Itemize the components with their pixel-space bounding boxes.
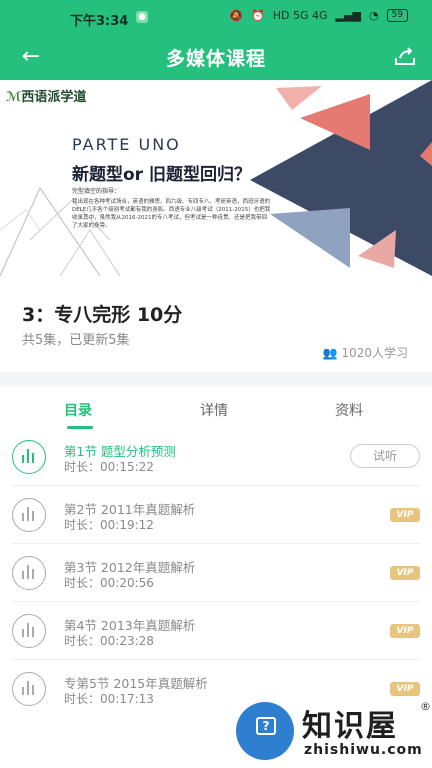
learner-count: 👥 1020人学习: [323, 344, 409, 361]
watermark-text: 知识屋: [302, 709, 398, 744]
banner-caption: 完型填空的指导：: [72, 188, 121, 195]
lesson-duration: 时长：00:23:28: [64, 634, 154, 648]
banner-heading: PARTE UNO: [72, 135, 181, 154]
network-label: HD 5G 4G: [272, 9, 328, 22]
status-right: 🔕 ⏰ HD 5G 4G ▂▄▆ ◔ 59: [229, 9, 408, 22]
lesson-item[interactable]: 第2节 2011年真题解析 时长：00:19:12 VIP: [0, 486, 432, 544]
signal-icon: ▂▄▆: [335, 9, 361, 22]
tab-materials[interactable]: 资料: [335, 400, 363, 420]
lesson-duration: 时长：00:17:13: [64, 692, 154, 706]
tab-details[interactable]: 详情: [200, 400, 228, 420]
registered-mark: ®: [420, 700, 431, 713]
audio-wave-icon: [12, 614, 46, 648]
vip-badge: VIP: [390, 624, 420, 638]
episode-count: 共5集，已更新5集: [22, 333, 130, 348]
audio-wave-icon: [12, 556, 46, 590]
lesson-duration: 时长：00:20:56: [64, 576, 154, 590]
audio-wave-icon: [12, 440, 46, 474]
tab-catalog[interactable]: 目录: [64, 400, 92, 420]
lesson-duration: 时长：00:15:22: [64, 460, 154, 474]
app-notification-icon: ●: [136, 11, 148, 23]
lesson-item[interactable]: 第3节 2012年真题解析 时长：00:20:56 VIP: [0, 544, 432, 602]
lesson-item[interactable]: 第1节 题型分析预测 时长：00:15:22 试听: [0, 428, 432, 486]
course-banner: ℳ西语派学道 PARTE UNO 新题型or 旧题型回归？ 完型填空的指导： 我…: [0, 80, 432, 276]
audio-wave-icon: [12, 672, 46, 706]
share-icon[interactable]: [390, 42, 420, 72]
trial-button[interactable]: 试听: [350, 444, 420, 468]
lesson-item[interactable]: 第4节 2013年真题解析 时长：00:23:28 VIP: [0, 602, 432, 660]
learner-count-label: 1020人学习: [341, 346, 408, 360]
logo-mark: ℳ: [6, 90, 22, 105]
people-icon: 👥: [322, 345, 338, 360]
question-monitor-icon: ?: [256, 717, 276, 735]
banner-description: 我出现在各种考试场合，英语的雅思、四六级、专四专八、考研英语，西班牙语的DELE…: [72, 199, 271, 229]
battery-level: 59: [386, 9, 408, 22]
watermark: ? 知识屋 ® zhishiwu.com: [232, 696, 432, 768]
app-bar: ← 多媒体课程: [0, 34, 432, 80]
banner-question: 新题型or 旧题型回归？: [72, 165, 251, 185]
vip-badge: VIP: [390, 682, 420, 696]
vip-badge: VIP: [390, 566, 420, 580]
audio-wave-icon: [12, 498, 46, 532]
section-divider: [0, 372, 432, 386]
logo-text: 西语派学道: [21, 90, 87, 105]
mute-icon: 🔕: [229, 9, 244, 22]
course-tabs: 目录 详情 资料: [0, 390, 432, 430]
watermark-domain: zhishiwu.com: [304, 742, 423, 758]
status-bar: 下午3:34 ● 🔕 ⏰ HD 5G 4G ▂▄▆ ◔ 59: [0, 0, 432, 34]
lesson-list: 第1节 题型分析预测 时长：00:15:22 试听 第2节 2011年真题解析 …: [0, 428, 432, 718]
banner-logo: ℳ西语派学道: [6, 86, 86, 105]
page-title: 多媒体课程: [165, 48, 266, 70]
status-time: 下午3:34: [70, 14, 129, 29]
lesson-duration: 时长：00:19:12: [64, 518, 154, 532]
course-info: 3：专八完形 10分 共5集，已更新5集 👥 1020人学习: [0, 280, 432, 376]
wifi-icon: ◔: [368, 9, 379, 22]
alarm-icon: ⏰: [251, 9, 265, 22]
vip-badge: VIP: [390, 508, 420, 522]
course-title: 3：专八完形 10分: [22, 304, 183, 326]
